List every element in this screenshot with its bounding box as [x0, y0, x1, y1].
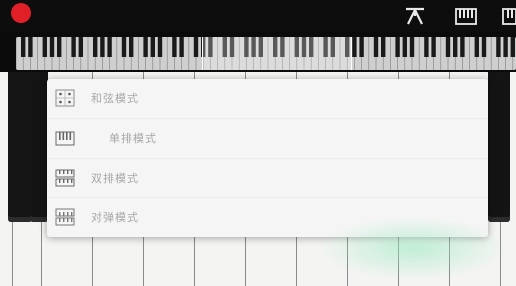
black-key[interactable] — [488, 72, 510, 222]
menu-item-label: 和弦模式 — [91, 92, 139, 105]
menu-item-label: 单排模式 — [109, 132, 157, 145]
black-key[interactable] — [8, 72, 32, 222]
keyboard-overview[interactable] — [16, 37, 516, 70]
chord-strum-icon[interactable] — [404, 6, 426, 26]
black-key[interactable] — [30, 72, 48, 222]
duet-mode-icon — [55, 208, 75, 226]
more-icon[interactable] — [500, 6, 516, 26]
mode-menu: 和弦模式 单排模式 双排模式 对弹模式 — [47, 79, 488, 237]
menu-item-double-row[interactable]: 双排模式 — [47, 158, 488, 198]
menu-item-label: 双排模式 — [91, 172, 139, 185]
watermark — [318, 216, 508, 280]
single-row-icon — [55, 131, 75, 146]
record-button[interactable] — [11, 3, 31, 23]
top-bar — [0, 0, 516, 32]
menu-item-label: 对弹模式 — [91, 211, 139, 224]
visible-range-window[interactable] — [202, 37, 352, 70]
menu-item-single-row[interactable]: 单排模式 — [47, 118, 488, 158]
menu-item-chord-mode[interactable]: 和弦模式 — [47, 79, 488, 118]
keyboard-mode-icon[interactable] — [455, 6, 477, 26]
double-row-icon — [55, 169, 75, 187]
chord-mode-icon — [55, 89, 75, 107]
